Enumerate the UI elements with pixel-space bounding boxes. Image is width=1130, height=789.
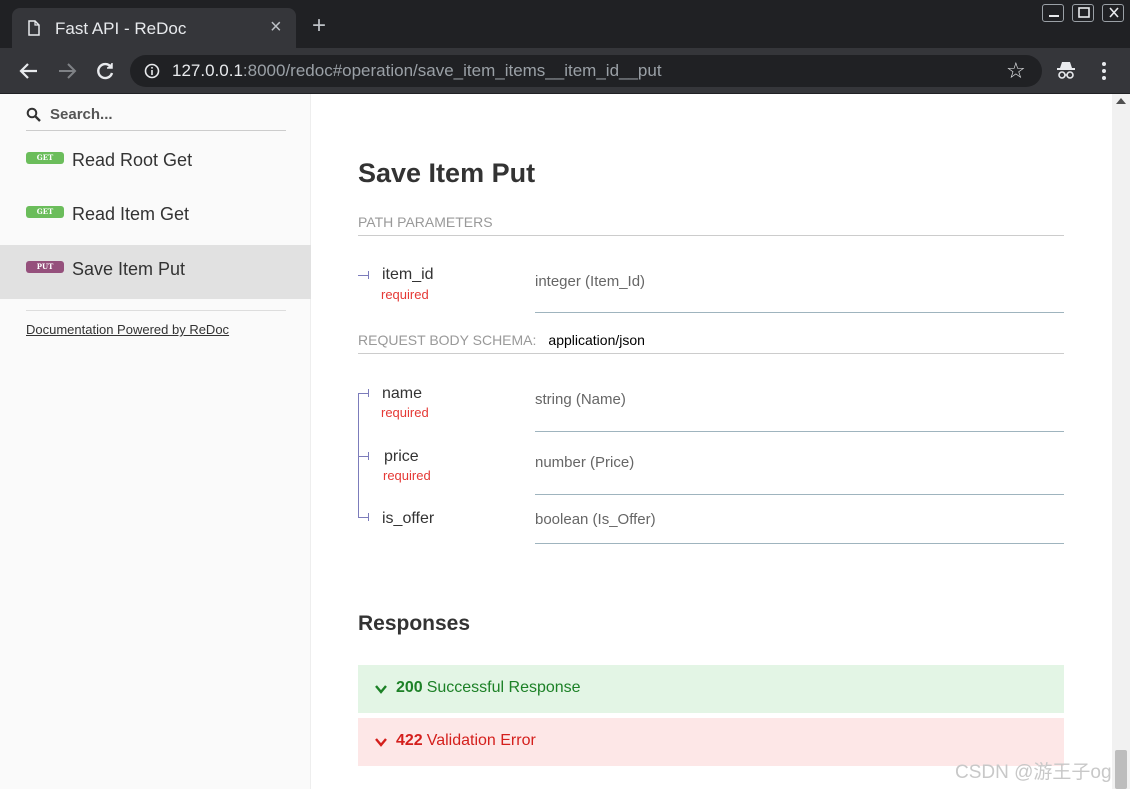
tree-connector [358,393,368,394]
url-host: 127.0.0.1 [172,61,243,80]
maximize-icon[interactable] [1072,4,1094,22]
sidebar-item-read-item-get[interactable]: GET Read Item Get [0,190,311,244]
search-box[interactable]: Search... [26,104,286,131]
param-item-id-type: integer (Item_Id) [535,273,646,290]
reload-icon[interactable] [94,60,116,82]
response-200-label: 200 Successful Response [396,679,581,697]
param-name-name: name [382,385,423,402]
param-price-type: number (Price) [535,454,635,471]
search-input[interactable]: Search... [50,106,113,123]
document-icon [28,20,40,36]
url-path: :8000/redoc#operation/save_item_items__i… [242,61,662,80]
sidebar-item-label: Read Root Get [72,150,193,170]
address-bar[interactable]: 127.0.0.1:8000/redoc#operation/save_item… [130,55,1042,87]
param-is-offer-type: boolean (Is_Offer) [535,511,656,528]
main-content: Save Item Put PATH PARAMETERS item_id re… [312,94,1112,789]
method-badge-get: GET [26,206,64,218]
chevron-down-icon [375,685,387,694]
scrollbar-thumb[interactable] [1115,750,1127,789]
response-200-toggle[interactable]: 200 Successful Response [358,665,1064,713]
param-divider [535,431,1064,432]
tree-connector [358,456,368,457]
minimize-icon[interactable] [1042,4,1064,22]
tree-connector [358,517,368,518]
param-price-required: required [383,468,431,483]
request-body-label: REQUEST BODY SCHEMA: [358,332,537,348]
browser-tab[interactable]: Fast API - ReDoc × [12,8,296,48]
tree-connector [368,271,369,279]
path-parameters-header: PATH PARAMETERS [358,214,1064,236]
response-description: Successful Response [426,679,581,696]
browser-titlebar: Fast API - ReDoc × + [0,0,1130,48]
tree-line [358,393,359,517]
path-parameters-label: PATH PARAMETERS [358,214,493,230]
param-divider [535,494,1064,495]
tree-connector [358,275,368,276]
url-text: 127.0.0.1:8000/redoc#operation/save_item… [172,61,662,81]
param-item-id-required: required [381,287,429,302]
new-tab-button[interactable]: + [312,14,326,38]
tab-title: Fast API - ReDoc [55,19,187,38]
watermark: CSDN @游王子og [955,762,1112,783]
param-is-offer-name: is_offer [382,510,435,527]
param-divider [535,312,1064,313]
search-icon [26,107,41,122]
sidebar: Search... GET Read Root Get GET Read Ite… [0,94,311,789]
param-name-required: required [381,405,429,420]
param-price-name: price [384,448,419,465]
param-name-type: string (Name) [535,391,626,408]
responses-title: Responses [358,612,471,635]
tree-connector [368,452,369,460]
star-icon[interactable]: ☆ [1006,59,1026,83]
browser-toolbar: 127.0.0.1:8000/redoc#operation/save_item… [0,48,1130,94]
tab-close-icon[interactable]: × [270,17,282,37]
sidebar-item-read-root-get[interactable]: GET Read Root Get [0,136,311,190]
info-icon[interactable] [144,63,160,79]
response-code: 200 [396,679,423,696]
vertical-scrollbar[interactable] [1112,94,1130,789]
sidebar-item-label: Save Item Put [72,259,186,279]
scroll-up-arrow-icon[interactable] [1116,98,1126,104]
sidebar-item-label: Read Item Get [72,204,190,224]
method-badge-get: GET [26,152,64,164]
close-window-icon[interactable] [1102,4,1124,22]
response-422-label: 422 Validation Error [396,732,536,750]
request-body-header: REQUEST BODY SCHEMA: application/json [358,332,1064,354]
incognito-icon[interactable] [1056,60,1076,80]
sidebar-item-save-item-put[interactable]: PUT Save Item Put [0,245,311,299]
chevron-down-icon [375,738,387,747]
response-code: 422 [396,732,423,749]
param-item-id-name: item_id [382,266,434,283]
kebab-menu-icon[interactable] [1096,60,1112,82]
content-type: application/json [548,332,645,348]
sidebar-divider [26,310,286,311]
tree-connector [368,389,369,397]
response-description: Validation Error [426,732,536,749]
operation-title: Save Item Put [358,158,536,188]
back-arrow-icon[interactable] [18,60,40,82]
method-badge-put: PUT [26,261,64,273]
param-divider [535,543,1064,544]
tree-connector [368,513,369,521]
powered-by-redoc-link[interactable]: Documentation Powered by ReDoc [26,322,229,337]
forward-arrow-icon[interactable] [56,60,78,82]
